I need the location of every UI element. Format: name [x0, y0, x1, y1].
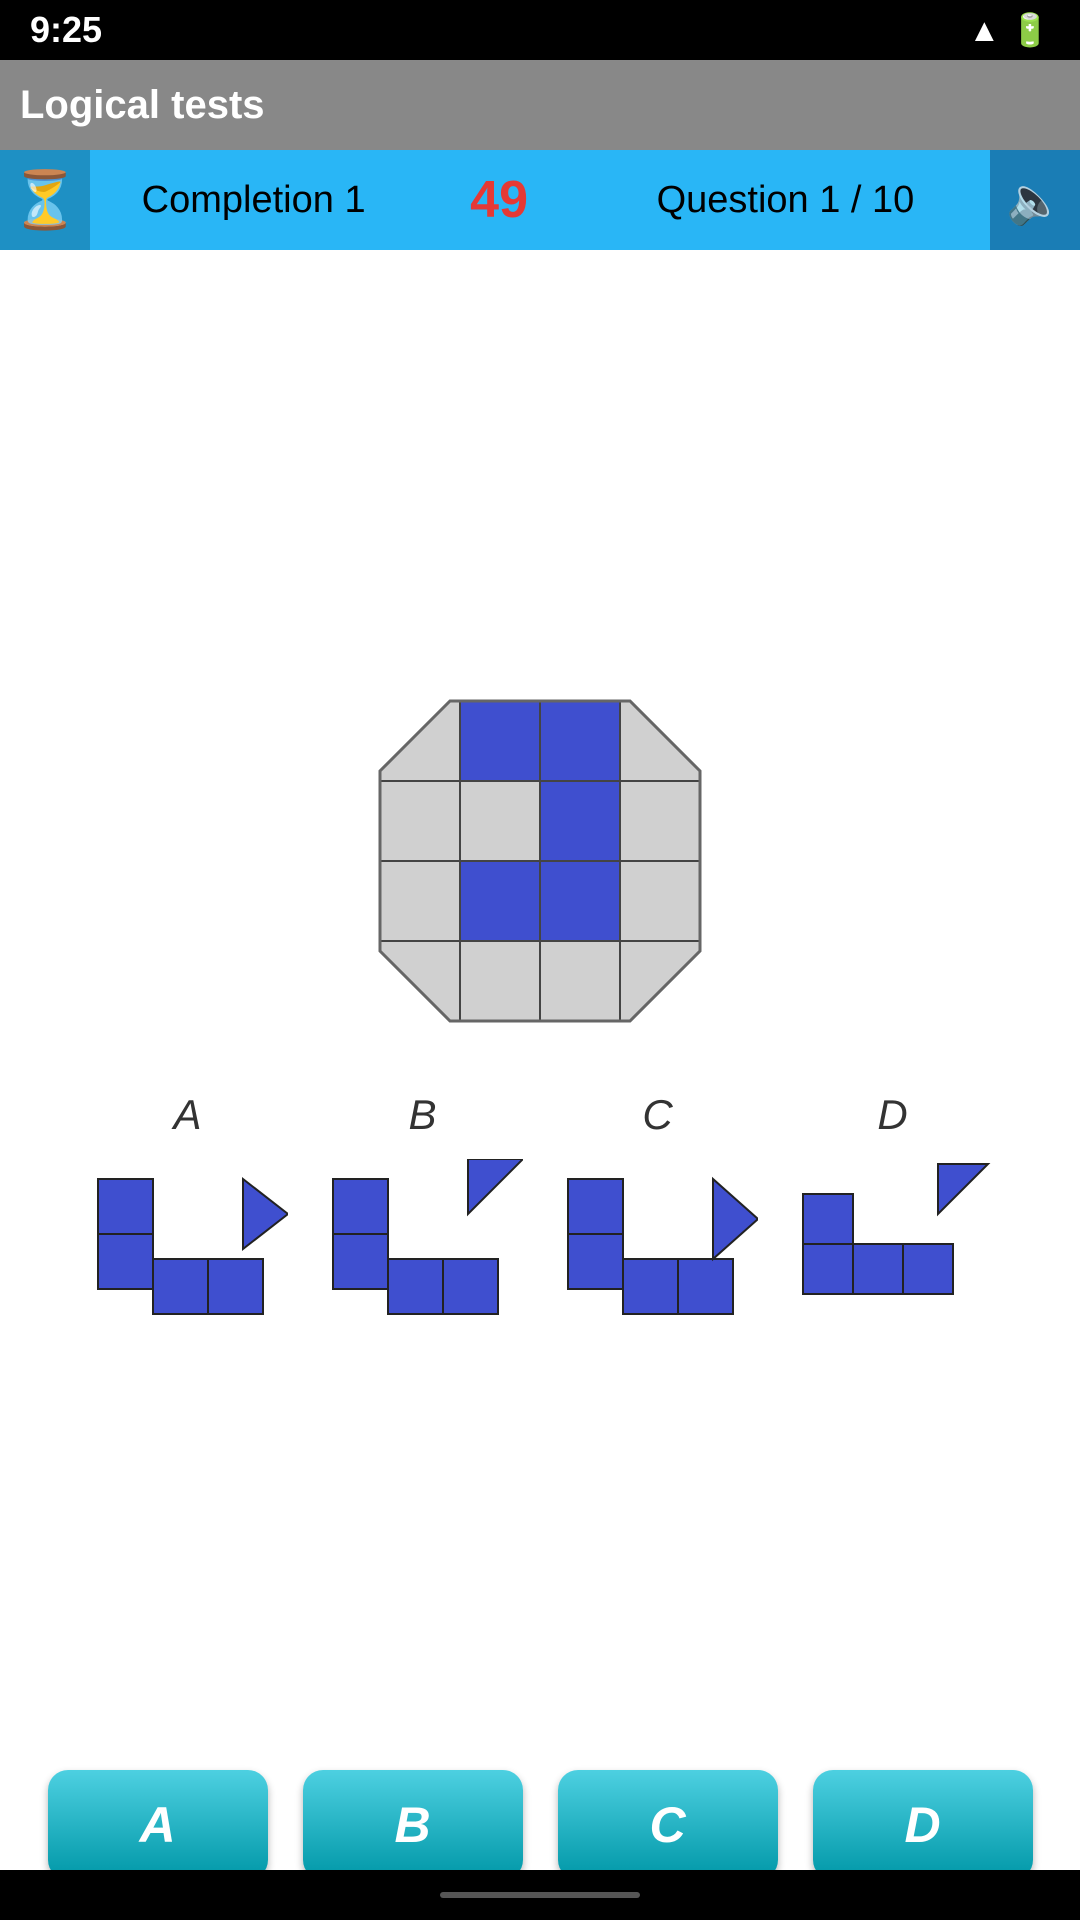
option-images: [70, 1159, 1010, 1319]
option-c-shape: [558, 1159, 758, 1319]
option-label-c: C: [548, 1091, 768, 1139]
status-bar: 9:25 ▲ 🔋: [0, 0, 1080, 60]
options-area: A B C D: [0, 1091, 1080, 1319]
answer-btn-c[interactable]: C: [558, 1770, 778, 1880]
answer-btn-a[interactable]: A: [48, 1770, 268, 1880]
option-c-svg: [558, 1159, 758, 1319]
pattern-area: [370, 691, 710, 1031]
question-label: Question 1 / 10: [581, 179, 990, 222]
answer-btn-d[interactable]: D: [813, 1770, 1033, 1880]
hourglass-icon: ⏳: [0, 150, 90, 250]
nav-bar: [0, 1870, 1080, 1920]
option-label-b: B: [313, 1091, 533, 1139]
home-indicator: [440, 1892, 640, 1898]
sound-icon[interactable]: 🔈: [990, 150, 1080, 250]
app-bar: Logical tests: [0, 60, 1080, 150]
timer-value: 49: [417, 170, 581, 230]
status-icons: ▲ 🔋: [968, 11, 1050, 49]
completion-label: Completion 1: [90, 179, 417, 222]
answer-btn-b[interactable]: B: [303, 1770, 523, 1880]
option-b-svg: [323, 1159, 523, 1319]
quiz-header: ⏳ Completion 1 49 Question 1 / 10 🔈: [0, 150, 1080, 250]
status-time: 9:25: [30, 9, 102, 51]
app-title: Logical tests: [20, 83, 265, 128]
option-a-shape: [88, 1159, 288, 1319]
main-pattern-svg: [370, 691, 710, 1031]
option-label-a: A: [78, 1091, 298, 1139]
option-a-svg: [88, 1159, 288, 1319]
main-content: A B C D: [0, 250, 1080, 1760]
wifi-icon: ▲: [968, 12, 1000, 49]
battery-icon: 🔋: [1010, 11, 1050, 49]
option-labels: A B C D: [70, 1091, 1010, 1139]
option-d-svg: [793, 1159, 993, 1319]
option-label-d: D: [783, 1091, 1003, 1139]
option-d-shape: [793, 1159, 993, 1319]
option-b-shape: [323, 1159, 523, 1319]
